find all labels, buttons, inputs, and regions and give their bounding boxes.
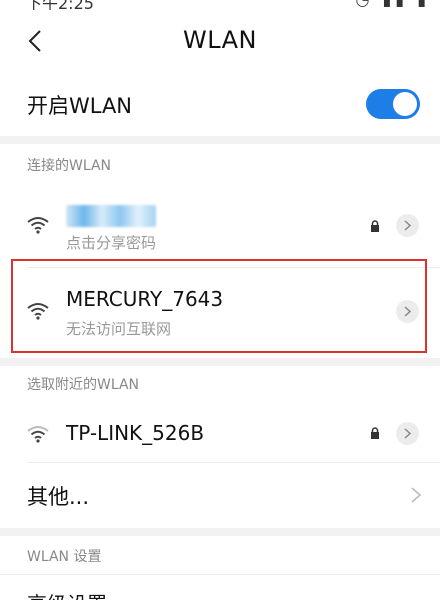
section-gap bbox=[0, 528, 440, 536]
network-details-button[interactable] bbox=[396, 214, 419, 237]
status-icons: ◔ ▮▮ ▮ bbox=[355, 0, 430, 9]
lock-icon bbox=[371, 220, 379, 232]
wlan-toggle-label: 开启WLAN bbox=[27, 94, 133, 118]
chevron-right-icon bbox=[404, 220, 411, 231]
chevron-right-icon bbox=[411, 487, 422, 503]
section-title-settings: WLAN 设置 bbox=[27, 549, 102, 565]
page-title: WLAN bbox=[182, 26, 258, 54]
wlan-toggle-switch[interactable] bbox=[366, 89, 420, 119]
wifi-icon bbox=[27, 217, 49, 234]
divider bbox=[0, 574, 440, 575]
lock-icon bbox=[371, 427, 379, 439]
section-title-connected: 连接的WLAN bbox=[27, 158, 112, 174]
chevron-right-icon bbox=[404, 428, 411, 439]
section-gap bbox=[0, 136, 440, 144]
network-name-obscured bbox=[66, 205, 156, 227]
status-time: 下午2:25 bbox=[26, 0, 94, 10]
wlan-toggle-row: 开启WLAN bbox=[0, 72, 440, 136]
status-bar: 下午2:25 ◔ ▮▮ ▮ bbox=[0, 0, 440, 10]
wifi-icon bbox=[27, 426, 49, 443]
network-name: TP-LINK_526B bbox=[66, 421, 205, 445]
toggle-knob bbox=[393, 92, 417, 116]
highlight-annotation bbox=[11, 259, 427, 353]
header: WLAN bbox=[0, 10, 440, 72]
other-network-label: 其他... bbox=[27, 485, 90, 509]
network-status: 点击分享密码 bbox=[66, 234, 157, 252]
section-title-nearby: 选取附近的WLAN bbox=[27, 377, 140, 393]
network-details-button[interactable] bbox=[396, 422, 419, 445]
advanced-settings-label[interactable]: 高级设置 bbox=[27, 588, 107, 600]
section-gap bbox=[0, 358, 440, 366]
